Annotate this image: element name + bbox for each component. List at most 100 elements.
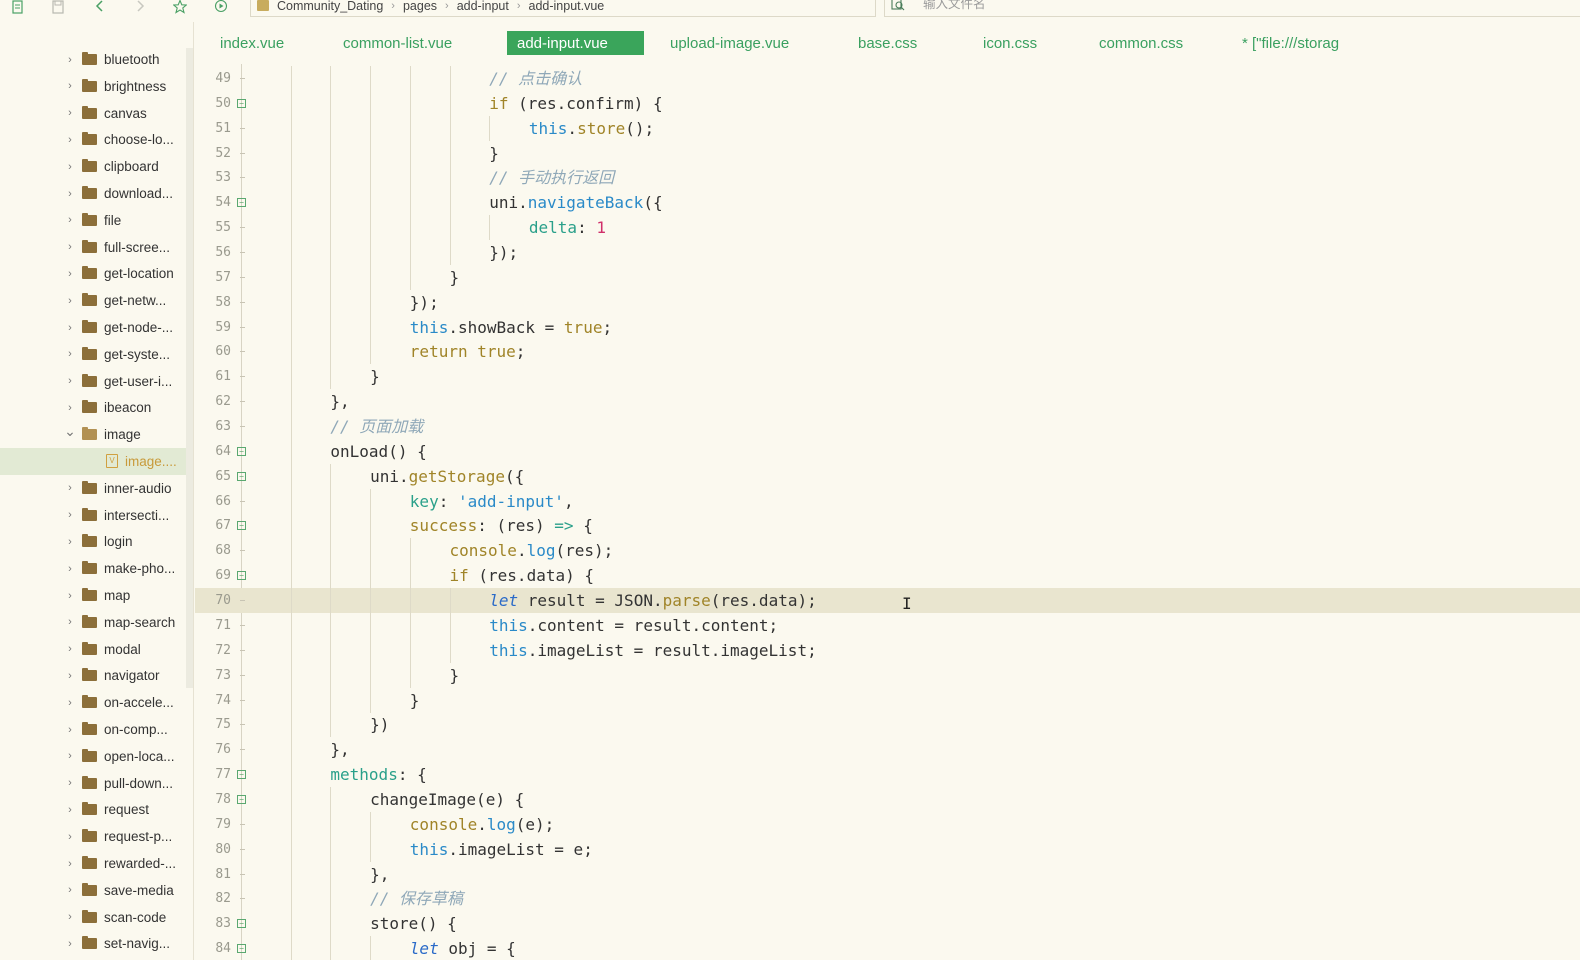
code-line[interactable]: 84− let obj = { xyxy=(195,936,1580,960)
chevron-right-icon[interactable]: › xyxy=(64,750,76,762)
code-line[interactable]: 58}); xyxy=(195,289,1580,315)
fold-toggle-icon[interactable]: − xyxy=(237,446,246,456)
tree-folder-item[interactable]: › choose-lo... xyxy=(0,126,186,153)
run-icon[interactable] xyxy=(213,0,229,14)
chevron-right-icon[interactable]: › xyxy=(64,777,76,789)
code-line[interactable]: 80 this.imageList = e; xyxy=(195,836,1580,862)
tree-folder-item[interactable]: › full-scree... xyxy=(0,234,186,261)
chevron-right-icon[interactable]: › xyxy=(64,241,76,253)
chevron-right-icon[interactable]: › xyxy=(64,295,76,307)
code-line[interactable]: 65− uni.getStorage({ xyxy=(195,463,1580,489)
chevron-right-icon[interactable]: › xyxy=(64,214,76,226)
tree-folder-item[interactable]: › get-netw... xyxy=(0,287,186,314)
chevron-right-icon[interactable]: › xyxy=(64,134,76,146)
tree-folder-item[interactable]: › bluetooth xyxy=(0,46,186,73)
code-line[interactable]: 66 key: 'add-input', xyxy=(195,488,1580,514)
fold-toggle-icon[interactable]: − xyxy=(237,198,246,208)
tab-common-css[interactable]: common.css xyxy=(1089,31,1193,55)
code-line[interactable]: 51 this.store(); xyxy=(195,115,1580,141)
code-line[interactable]: 79 console.log(e); xyxy=(195,811,1580,837)
chevron-right-icon[interactable]: › xyxy=(64,938,76,950)
tree-folder-item[interactable]: › pull-down... xyxy=(0,770,186,797)
chevron-right-icon[interactable]: › xyxy=(64,590,76,602)
star-icon[interactable] xyxy=(172,0,188,14)
tree-folder-item[interactable]: › set-navig... xyxy=(0,930,186,957)
chevron-right-icon[interactable]: › xyxy=(64,322,76,334)
tree-folder-item[interactable]: › get-node-... xyxy=(0,314,186,341)
code-line[interactable]: 61} xyxy=(195,364,1580,390)
code-line[interactable]: 81}, xyxy=(195,861,1580,887)
code-editor[interactable]: 49// 点击确认 50− if (res.confirm) {51 this.sto… xyxy=(195,64,1580,960)
chevron-right-icon[interactable]: › xyxy=(64,858,76,870)
tree-folder-item[interactable]: › login xyxy=(0,528,186,555)
code-line[interactable]: 77− methods: { xyxy=(195,762,1580,788)
save-icon[interactable] xyxy=(50,0,66,14)
code-line[interactable]: 76}, xyxy=(195,737,1580,763)
chevron-right-icon[interactable]: › xyxy=(64,54,76,66)
tree-folder-item[interactable]: › map xyxy=(0,582,186,609)
code-line[interactable]: 50− if (res.confirm) { xyxy=(195,90,1580,116)
code-line[interactable]: 82 // 保存草稿 xyxy=(195,886,1580,912)
code-line[interactable]: 83− store() { xyxy=(195,911,1580,937)
tree-folder-item[interactable]: ⌄ image xyxy=(0,421,186,448)
tab-base-css[interactable]: base.css xyxy=(848,31,927,55)
fold-toggle-icon[interactable]: − xyxy=(237,471,246,481)
code-line[interactable]: 69− if (res.data) { xyxy=(195,563,1580,589)
chevron-right-icon[interactable]: › xyxy=(64,402,76,414)
tab-common-list-vue[interactable]: common-list.vue xyxy=(333,31,462,55)
chevron-right-icon[interactable]: › xyxy=(64,643,76,655)
tree-folder-item[interactable]: › rewarded-... xyxy=(0,850,186,877)
tab-index-vue[interactable]: index.vue xyxy=(210,31,294,55)
code-line[interactable]: 60 return true; xyxy=(195,339,1580,365)
tree-folder-item[interactable]: › open-loca... xyxy=(0,743,186,770)
chevron-right-icon[interactable]: › xyxy=(64,107,76,119)
tree-folder-item[interactable]: › scan-code xyxy=(0,904,186,931)
tree-folder-item[interactable]: › on-comp... xyxy=(0,716,186,743)
chevron-right-icon[interactable]: › xyxy=(64,482,76,494)
breadcrumb-item[interactable]: add-input.vue xyxy=(529,0,605,13)
tree-folder-item[interactable]: › get-location xyxy=(0,260,186,287)
chevron-right-icon[interactable]: › xyxy=(64,911,76,923)
chevron-right-icon[interactable]: › xyxy=(64,80,76,92)
tree-folder-item[interactable]: › intersecti... xyxy=(0,502,186,529)
code-line[interactable]: 52} xyxy=(195,140,1580,166)
fold-toggle-icon[interactable]: − xyxy=(237,521,246,531)
chevron-right-icon[interactable]: › xyxy=(64,616,76,628)
code-line[interactable]: 63 // 页面加载 xyxy=(195,414,1580,440)
chevron-right-icon[interactable]: › xyxy=(64,724,76,736)
chevron-right-icon[interactable]: › xyxy=(64,268,76,280)
code-line[interactable]: 70 let result = JSON.parse(res.data); xyxy=(195,588,1580,614)
sidebar-scrollbar[interactable] xyxy=(186,48,193,688)
code-line[interactable]: 67− success: (res) => { xyxy=(195,513,1580,539)
code-line[interactable]: 78− changeImage(e) { xyxy=(195,786,1580,812)
chevron-right-icon[interactable]: › xyxy=(64,536,76,548)
chevron-right-icon[interactable]: › xyxy=(64,375,76,387)
code-line[interactable]: 49 // 点击确认 xyxy=(195,66,1580,91)
code-line[interactable]: 56}); xyxy=(195,240,1580,266)
tab-upload-image-vue[interactable]: upload-image.vue xyxy=(660,31,799,55)
tree-folder-item[interactable]: › brightness xyxy=(0,73,186,100)
new-file-icon[interactable] xyxy=(10,0,26,14)
code-line[interactable]: 71 this.content = result.content; xyxy=(195,612,1580,638)
code-line[interactable]: 75}) xyxy=(195,712,1580,738)
tree-folder-item[interactable]: › make-pho... xyxy=(0,555,186,582)
chevron-right-icon[interactable]: › xyxy=(64,348,76,360)
tree-folder-item[interactable]: › modal xyxy=(0,636,186,663)
fold-toggle-icon[interactable]: − xyxy=(237,944,246,954)
code-line[interactable]: 68 console.log(res); xyxy=(195,538,1580,564)
fold-toggle-icon[interactable]: − xyxy=(237,571,246,581)
code-line[interactable]: 57} xyxy=(195,264,1580,290)
tab-icon-css[interactable]: icon.css xyxy=(973,31,1047,55)
tree-folder-item[interactable]: › navigator xyxy=(0,662,186,689)
chevron-right-icon[interactable]: › xyxy=(64,161,76,173)
chevron-right-icon[interactable]: › xyxy=(64,188,76,200)
chevron-right-icon[interactable]: › xyxy=(64,884,76,896)
tree-folder-item[interactable]: › canvas xyxy=(0,100,186,127)
tab-storage-file[interactable]: * ["file:///storag xyxy=(1232,31,1349,55)
fold-toggle-icon[interactable]: − xyxy=(237,770,246,780)
code-line[interactable]: 74} xyxy=(195,687,1580,713)
chevron-right-icon[interactable]: › xyxy=(64,804,76,816)
tree-folder-item[interactable]: › get-syste... xyxy=(0,341,186,368)
chevron-right-icon[interactable]: › xyxy=(64,563,76,575)
tree-folder-item[interactable]: › on-accele... xyxy=(0,689,186,716)
